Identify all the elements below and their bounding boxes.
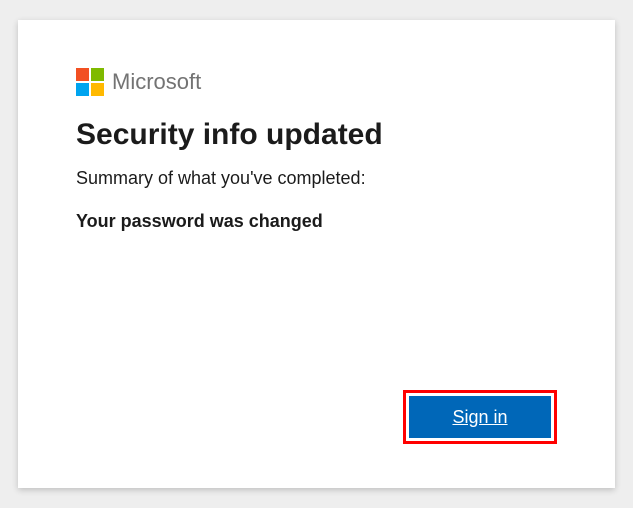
brand-row: Microsoft: [76, 68, 557, 96]
action-row: Sign in: [403, 390, 557, 444]
microsoft-logo-icon: [76, 68, 104, 96]
status-message: Your password was changed: [76, 211, 557, 232]
sign-in-button[interactable]: Sign in: [409, 396, 551, 438]
brand-name: Microsoft: [112, 69, 201, 95]
sign-in-button-label: Sign in: [452, 407, 507, 428]
dialog-card: Microsoft Security info updated Summary …: [18, 20, 615, 488]
page-subheading: Summary of what you've completed:: [76, 168, 557, 189]
highlight-annotation: Sign in: [403, 390, 557, 444]
page-title: Security info updated: [76, 118, 557, 152]
